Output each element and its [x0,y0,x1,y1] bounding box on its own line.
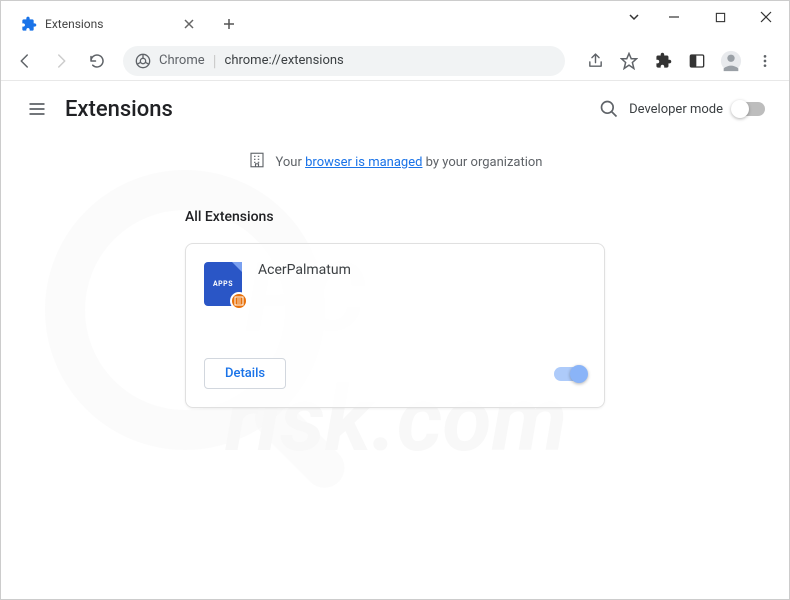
extensions-menu-icon[interactable] [647,45,679,77]
extension-name: AcerPalmatum [258,262,351,334]
sidepanel-icon[interactable] [681,45,713,77]
extension-badge-icon [230,292,248,310]
browser-toolbar: Chrome | chrome://extensions [1,41,789,81]
section-title: All Extensions [185,209,605,225]
managed-banner: Your browser is managed by your organiza… [1,137,789,181]
url-prefix: Chrome [159,53,205,68]
url-text: chrome://extensions [225,53,344,68]
managed-text: Your browser is managed by your organiza… [276,155,543,170]
maximize-button[interactable] [697,1,743,33]
hamburger-menu-icon[interactable] [17,89,57,129]
extension-enable-toggle[interactable] [554,367,586,381]
back-button[interactable] [9,45,41,77]
close-tab-icon[interactable] [181,16,197,32]
extensions-page-header: Extensions Developer mode [1,81,789,137]
tab-dropdown-icon[interactable] [617,1,651,33]
browser-tab[interactable]: Extensions [9,7,209,41]
new-tab-button[interactable] [215,10,243,38]
minimize-button[interactable] [651,1,697,33]
developer-mode-label: Developer mode [629,102,723,117]
managed-link[interactable]: browser is managed [305,155,422,170]
forward-button[interactable] [45,45,77,77]
details-button[interactable]: Details [204,358,286,389]
close-window-button[interactable] [743,1,789,33]
share-icon[interactable] [579,45,611,77]
profile-icon[interactable] [715,45,747,77]
extensions-icon [21,16,37,32]
extension-app-icon: APPS [204,262,242,306]
developer-mode-toggle[interactable] [733,102,765,116]
bookmark-icon[interactable] [613,45,645,77]
tab-title: Extensions [45,17,173,31]
building-icon [248,151,266,173]
window-controls [617,1,789,41]
reload-button[interactable] [81,45,113,77]
search-icon[interactable] [589,89,629,129]
address-bar[interactable]: Chrome | chrome://extensions [123,46,565,76]
chrome-icon [135,53,151,69]
page-title: Extensions [65,97,173,122]
url-separator: | [213,51,217,70]
titlebar: Extensions [1,1,789,41]
developer-mode-control: Developer mode [629,102,765,117]
extensions-content: All Extensions APPS AcerPalmatum Details [1,181,789,408]
extension-card: APPS AcerPalmatum Details [185,243,605,408]
menu-icon[interactable] [749,45,781,77]
